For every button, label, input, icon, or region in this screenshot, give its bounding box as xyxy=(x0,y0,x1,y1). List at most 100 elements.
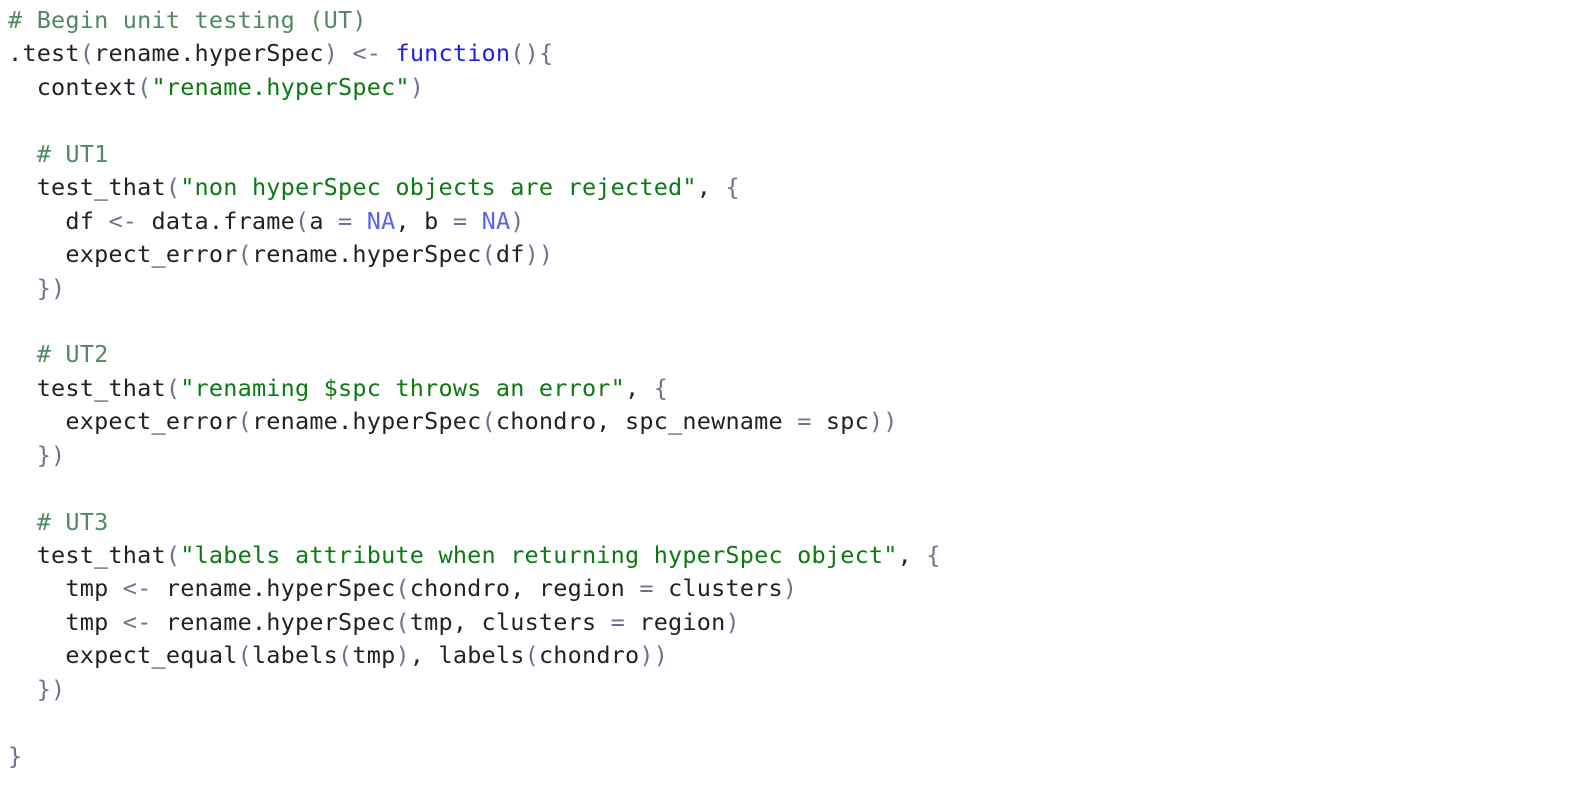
punctuation: ( xyxy=(395,607,410,636)
code-text: tmp xyxy=(8,574,123,603)
code-text: data.frame xyxy=(137,206,295,235)
operator: = xyxy=(610,607,626,636)
punctuation: }) xyxy=(36,674,66,703)
punctuation: ( xyxy=(481,240,496,269)
code-text: test_that xyxy=(8,541,166,569)
code-text: rename.hyperSpec xyxy=(151,607,396,636)
punctuation: }) xyxy=(36,273,66,302)
code-text: .test xyxy=(8,39,80,68)
code-line: # Begin unit testing (UT) xyxy=(8,4,1578,37)
code-comment: # UT3 xyxy=(8,507,109,536)
code-line: }) xyxy=(8,673,1578,706)
operator: <- xyxy=(352,39,382,68)
code-comment: # UT2 xyxy=(8,340,109,369)
operator: = xyxy=(452,206,468,235)
constant-literal: NA xyxy=(366,206,396,235)
punctuation: ( xyxy=(237,240,252,269)
code-text: chondro, region xyxy=(409,574,640,603)
code-line: expect_error(rename.hyperSpec(chondro, s… xyxy=(8,405,1578,438)
punctuation: ( xyxy=(237,641,252,670)
punctuation: )) xyxy=(639,641,669,670)
code-text: , xyxy=(696,173,726,202)
code-line: test_that("labels attribute when returni… xyxy=(8,539,1578,572)
punctuation: ) xyxy=(323,39,339,68)
punctuation: }) xyxy=(36,440,66,469)
code-text: expect_error xyxy=(8,407,238,436)
punctuation: ( xyxy=(237,407,252,436)
code-line: }) xyxy=(8,272,1578,305)
punctuation: )) xyxy=(524,240,554,269)
punctuation: ( xyxy=(395,574,410,603)
code-comment: # Begin unit testing (UT) xyxy=(8,6,367,34)
code-text: rename.hyperSpec xyxy=(94,39,324,68)
punctuation: ) xyxy=(782,574,798,603)
code-text: expect_equal xyxy=(8,641,238,670)
code-text: df xyxy=(495,240,525,269)
punctuation: { xyxy=(725,173,740,202)
string-literal: "rename.hyperSpec" xyxy=(151,72,410,101)
code-line: }) xyxy=(8,439,1578,472)
operator: = xyxy=(338,206,353,235)
code-text: , xyxy=(897,541,927,569)
code-line: # UT3 xyxy=(8,506,1578,539)
punctuation: ) xyxy=(409,72,425,101)
code-text: , xyxy=(625,373,654,402)
code-editor[interactable]: # Begin unit testing (UT) .test(rename.hy… xyxy=(8,4,1578,794)
punctuation: { xyxy=(926,541,941,569)
punctuation: ( xyxy=(165,373,181,402)
punctuation: { xyxy=(653,373,669,402)
punctuation: ( xyxy=(79,39,95,68)
code-text: chondro xyxy=(538,641,640,670)
code-text: spc xyxy=(811,407,869,436)
code-line: expect_equal(labels(tmp), labels(chondro… xyxy=(8,639,1578,672)
code-line: .test(rename.hyperSpec) <- function(){ xyxy=(8,37,1578,70)
code-line: tmp <- rename.hyperSpec(tmp, clusters = … xyxy=(8,606,1578,639)
code-line: # UT2 xyxy=(8,338,1578,371)
operator: <- xyxy=(122,607,152,636)
code-text: test_that xyxy=(8,173,166,202)
code-text: , labels xyxy=(409,641,525,670)
punctuation: ) xyxy=(725,607,740,636)
punctuation: ) xyxy=(510,206,525,235)
string-literal: "labels attribute when returning hyperSp… xyxy=(180,541,898,569)
code-text: df xyxy=(8,206,109,235)
code-text: tmp, clusters xyxy=(409,607,611,636)
operator: <- xyxy=(108,206,138,235)
code-line: test_that("renaming $spc throws an error… xyxy=(8,372,1578,405)
punctuation: )) xyxy=(868,407,898,436)
operator: = xyxy=(797,407,812,436)
punctuation: ( xyxy=(294,206,310,235)
code-line: test_that("non hyperSpec objects are rej… xyxy=(8,171,1578,204)
code-text: tmp xyxy=(8,607,123,636)
punctuation: (){ xyxy=(510,39,554,68)
punctuation: ( xyxy=(524,641,539,670)
punctuation: ( xyxy=(165,541,181,569)
punctuation: ( xyxy=(338,641,353,670)
code-text: labels xyxy=(251,641,339,670)
code-text: expect_error xyxy=(8,240,238,269)
code-text: rename.hyperSpec xyxy=(251,407,482,436)
punctuation: ( xyxy=(165,173,181,202)
punctuation: ) xyxy=(395,641,410,670)
code-text: chondro, spc_newname xyxy=(495,407,798,436)
code-line: context("rename.hyperSpec") xyxy=(8,71,1578,104)
code-text: tmp xyxy=(352,641,396,670)
punctuation: } xyxy=(8,741,23,770)
code-line: expect_error(rename.hyperSpec(df)) xyxy=(8,238,1578,271)
code-line: # UT1 xyxy=(8,138,1578,171)
code-text: a xyxy=(309,206,339,235)
code-comment: # UT1 xyxy=(8,139,109,168)
operator: = xyxy=(639,574,654,603)
code-text: , b xyxy=(395,206,453,235)
code-line: } xyxy=(8,740,1578,773)
code-line: tmp <- rename.hyperSpec(chondro, region … xyxy=(8,572,1578,605)
